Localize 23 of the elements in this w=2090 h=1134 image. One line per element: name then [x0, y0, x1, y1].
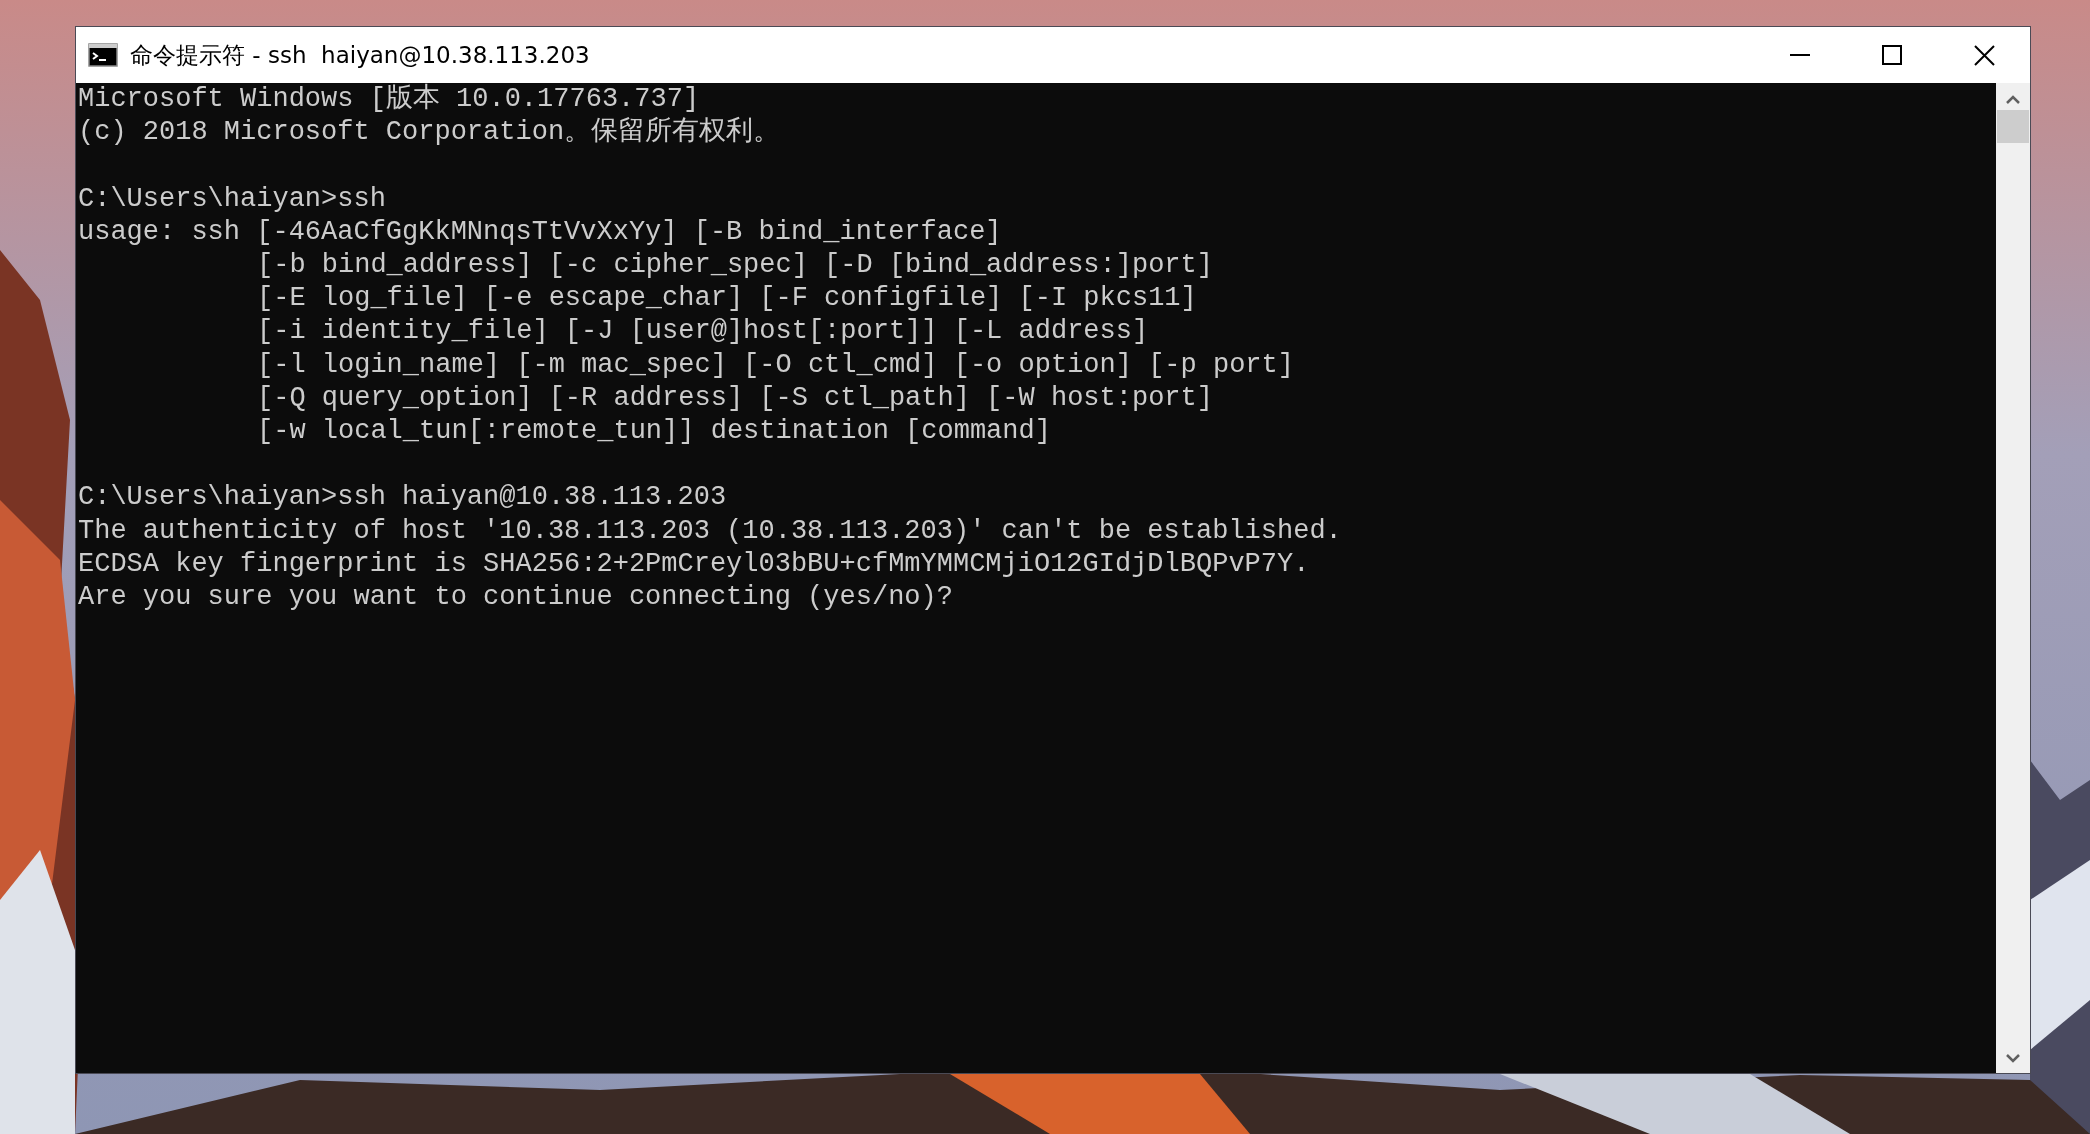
scroll-thumb[interactable] [1997, 110, 2029, 143]
terminal-line: C:\Users\haiyan>ssh [78, 182, 386, 216]
terminal-line: [-l login_name] [-m mac_spec] [-O ctl_cmd] [-o option] [-p port] [257, 348, 1294, 382]
terminal-line: [-Q query_option] [-R address] [-S ctl_path] [-W host:port] [257, 381, 1213, 415]
terminal-line: [-b bind_address] [-c cipher_spec] [-D [bind_address:]port] [257, 249, 1213, 282]
terminal-line: usage: ssh [-46AaCfGgKkMNnqsTtVvXxYy] [-B bind_interface] [78, 215, 1002, 249]
terminal-line: Are you sure you want to continue connecting (yes/no)? [78, 581, 953, 614]
terminal-line: [-i identity_file] [-J [user@]host[:port]] [-L address] [257, 315, 1149, 349]
terminal-line: [-E log_file] [-e escape_char] [-F configfile] [-I pkcs11] [257, 282, 1197, 316]
close-icon [1973, 44, 1995, 66]
scroll-down-icon[interactable] [2006, 1054, 2020, 1063]
terminal-line: ECDSA key fingerprint is SHA256:2+2PmCreyl03bBU+cfMmYMMCMjiO12GIdjDlBQPvP7Y. [78, 547, 1310, 581]
terminal-line: Microsoft Windows [版本 10.0.17763.737] [78, 83, 700, 116]
terminal-line: (c) 2018 Microsoft Corporation。保留所有权利。 [78, 116, 781, 150]
maximize-icon [1882, 45, 1902, 65]
scrollbar[interactable] [1996, 83, 2030, 1073]
minimize-icon [1790, 54, 1810, 56]
terminal-line: The authenticity of host '10.38.113.203 (10.38.113.203)' can't be established. [78, 514, 1342, 548]
terminal-line: [-w local_tun[:remote_tun]] destination [command] [257, 415, 1051, 448]
console-icon [88, 43, 118, 67]
window-title: 命令提示符 - ssh haiyan@10.38.113.203 [130, 40, 590, 70]
scroll-up-icon[interactable] [2006, 95, 2020, 104]
terminal-line: C:\Users\haiyan>ssh haiyan@10.38.113.203 [78, 481, 727, 515]
